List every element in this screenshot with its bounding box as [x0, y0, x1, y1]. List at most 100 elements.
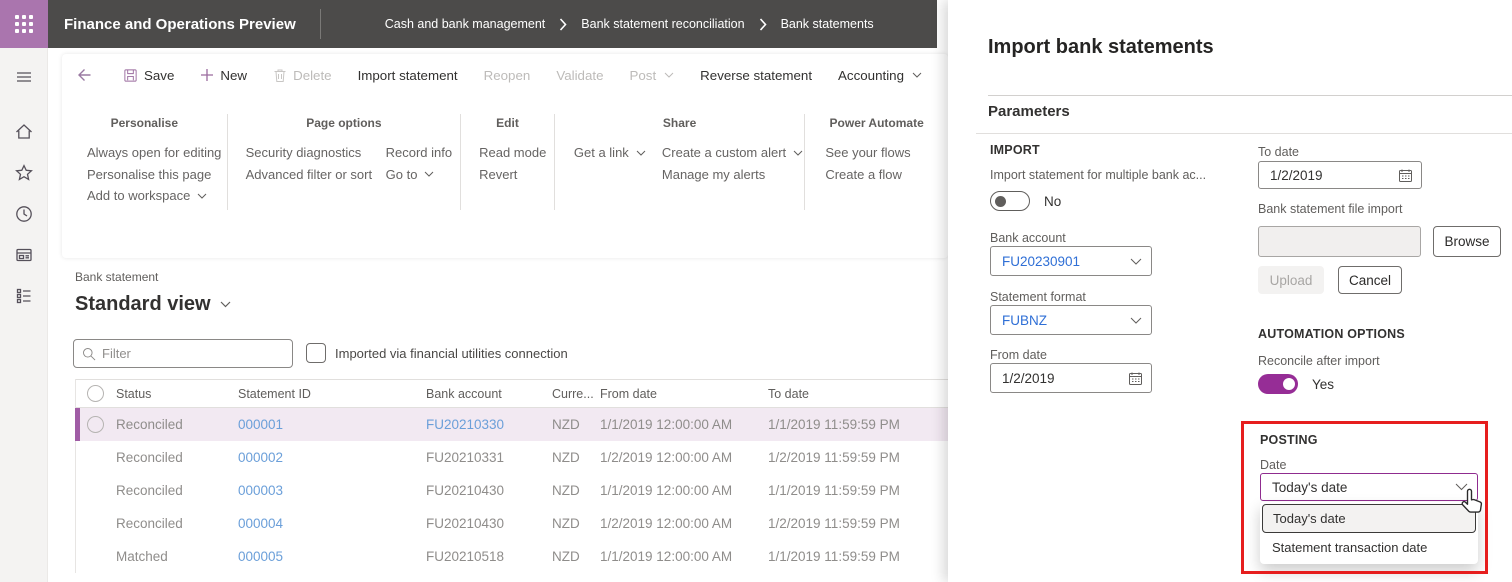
- column-header-from-date[interactable]: From date: [598, 387, 766, 401]
- column-header-to-date[interactable]: To date: [766, 387, 948, 401]
- upload-button[interactable]: Upload: [1258, 266, 1324, 294]
- menu-item-create-a-flow[interactable]: Create a flow: [825, 164, 910, 186]
- sidebar-item-home[interactable]: [0, 111, 48, 152]
- from-date-input[interactable]: [1002, 371, 1102, 386]
- new-button[interactable]: New: [187, 68, 260, 83]
- browse-button[interactable]: Browse: [1433, 226, 1501, 257]
- divider: [976, 133, 1512, 134]
- view-selector[interactable]: Standard view: [75, 293, 231, 316]
- table-row[interactable]: Reconciled 000003 FU20210430 NZD 1/1/201…: [76, 474, 948, 507]
- star-icon: [14, 163, 34, 183]
- chevron-down-icon: [664, 72, 674, 78]
- menu-item-see-your-flows[interactable]: See your flows: [825, 142, 910, 164]
- section-title: Share: [555, 116, 804, 130]
- cell-from-date: 1/1/2019 12:00:00 AM: [598, 549, 766, 564]
- posting-date-combo[interactable]: Today's date: [1260, 473, 1478, 501]
- cell-currency: NZD: [550, 549, 598, 564]
- sidebar-item-favorites[interactable]: [0, 152, 48, 193]
- menu-item-always-open-for-editing[interactable]: Always open for editing: [87, 142, 221, 164]
- breadcrumb-page[interactable]: Bank statements: [781, 17, 874, 31]
- file-import-label: Bank statement file import: [1258, 202, 1403, 216]
- calendar-icon[interactable]: [1398, 168, 1413, 183]
- cell-currency: NZD: [550, 483, 598, 498]
- calendar-icon[interactable]: [1128, 371, 1143, 386]
- chevron-down-icon: [197, 193, 207, 199]
- menu-item-revert[interactable]: Revert: [479, 164, 546, 186]
- menu-item-advanced-filter-or-sort[interactable]: Advanced filter or sort: [246, 164, 386, 186]
- menu-item-read-mode[interactable]: Read mode: [479, 142, 546, 164]
- column-header-bank-account[interactable]: Bank account: [424, 387, 550, 401]
- bank-statements-grid: Status Statement ID Bank account Curre..…: [75, 379, 948, 573]
- menu-item-create-a-custom-alert[interactable]: Create a custom alert: [662, 142, 803, 164]
- reopen-button[interactable]: Reopen: [471, 68, 544, 83]
- table-row[interactable]: Reconciled 000002 FU20210331 NZD 1/2/201…: [76, 441, 948, 474]
- action-pane: Save New Delete Import statement Reopen …: [62, 54, 948, 258]
- column-header-status[interactable]: Status: [114, 387, 236, 401]
- posting-group-header: POSTING: [1260, 433, 1318, 447]
- sidebar-item-recent[interactable]: [0, 193, 48, 234]
- menu-item-manage-my-alerts[interactable]: Manage my alerts: [662, 164, 803, 186]
- sidebar-item-workspaces[interactable]: [0, 234, 48, 275]
- cell-currency: NZD: [550, 450, 598, 465]
- expand-nav-button[interactable]: [0, 56, 48, 97]
- cell-bank-account: FU20210518: [424, 549, 550, 564]
- validate-button[interactable]: Validate: [543, 68, 616, 83]
- row-radio[interactable]: [87, 416, 104, 433]
- reverse-statement-button[interactable]: Reverse statement: [687, 68, 825, 83]
- bank-account-combo[interactable]: FU20230901: [990, 246, 1152, 276]
- statement-id-link[interactable]: 000002: [238, 450, 283, 465]
- chevron-right-icon: [559, 18, 567, 31]
- parameters-header: Parameters: [988, 103, 1070, 120]
- imported-checkbox[interactable]: [306, 343, 326, 363]
- menu-item-add-to-workspace[interactable]: Add to workspace: [87, 185, 221, 207]
- waffle-icon: [15, 15, 33, 33]
- bank-account-label: Bank account: [990, 231, 1066, 245]
- filter-field[interactable]: [73, 339, 293, 368]
- cancel-button[interactable]: Cancel: [1338, 266, 1402, 294]
- statement-id-link[interactable]: 000001: [238, 417, 283, 432]
- table-row[interactable]: Reconciled 000004 FU20210430 NZD 1/2/201…: [76, 507, 948, 540]
- menu-item-personalise-this-page[interactable]: Personalise this page: [87, 164, 221, 186]
- menu-item-record-info[interactable]: Record info: [386, 142, 452, 164]
- action-pane-flyout: Personalise Always open for editing Pers…: [62, 110, 948, 210]
- back-button[interactable]: [72, 66, 104, 84]
- file-path-field[interactable]: [1258, 226, 1421, 257]
- breadcrumb-module[interactable]: Cash and bank management: [385, 17, 546, 31]
- app-launcher-button[interactable]: [0, 0, 48, 48]
- modules-list-icon: [14, 286, 34, 306]
- accounting-button[interactable]: Accounting: [825, 68, 935, 83]
- delete-button[interactable]: Delete: [260, 68, 345, 83]
- post-button[interactable]: Post: [617, 68, 688, 83]
- menu-item-security-diagnostics[interactable]: Security diagnostics: [246, 142, 386, 164]
- breadcrumb-area[interactable]: Bank statement reconciliation: [581, 17, 744, 31]
- reconcile-toggle[interactable]: [1258, 374, 1298, 394]
- column-header-statement-id[interactable]: Statement ID: [236, 387, 424, 401]
- statement-id-link[interactable]: 000005: [238, 549, 283, 564]
- table-row[interactable]: Reconciled 000001 FU20210330 NZD 1/1/201…: [76, 408, 948, 441]
- chevron-down-icon: [1130, 258, 1142, 265]
- chevron-down-icon: [636, 150, 646, 156]
- option-todays-date[interactable]: Today's date: [1262, 504, 1476, 533]
- menu-item-get-a-link[interactable]: Get a link: [574, 142, 662, 164]
- divider: [988, 95, 1512, 96]
- statement-id-link[interactable]: 000004: [238, 516, 283, 531]
- save-button[interactable]: Save: [110, 68, 187, 83]
- app-title[interactable]: Finance and Operations Preview: [48, 16, 320, 33]
- statement-format-combo[interactable]: FUBNZ: [990, 305, 1152, 335]
- to-date-input[interactable]: [1270, 168, 1370, 183]
- multiple-accounts-toggle[interactable]: [990, 191, 1030, 211]
- bank-account-link[interactable]: FU20210330: [426, 417, 504, 432]
- import-statement-button[interactable]: Import statement: [345, 68, 471, 83]
- column-header-currency[interactable]: Curre...: [550, 387, 598, 401]
- cell-to-date: 1/1/2019 11:59:59 PM: [766, 483, 948, 498]
- sidebar-item-modules[interactable]: [0, 275, 48, 316]
- select-all-radio[interactable]: [87, 385, 104, 402]
- table-row[interactable]: Matched 000005 FU20210518 NZD 1/1/2019 1…: [76, 540, 948, 573]
- page: Finance and Operations Preview Cash and …: [0, 0, 1512, 582]
- toggle-knob: [1283, 378, 1295, 390]
- section-title: Page options: [228, 116, 460, 130]
- option-statement-transaction-date[interactable]: Statement transaction date: [1262, 533, 1476, 562]
- filter-input[interactable]: [102, 346, 272, 361]
- statement-id-link[interactable]: 000003: [238, 483, 283, 498]
- menu-item-go-to[interactable]: Go to: [386, 164, 452, 186]
